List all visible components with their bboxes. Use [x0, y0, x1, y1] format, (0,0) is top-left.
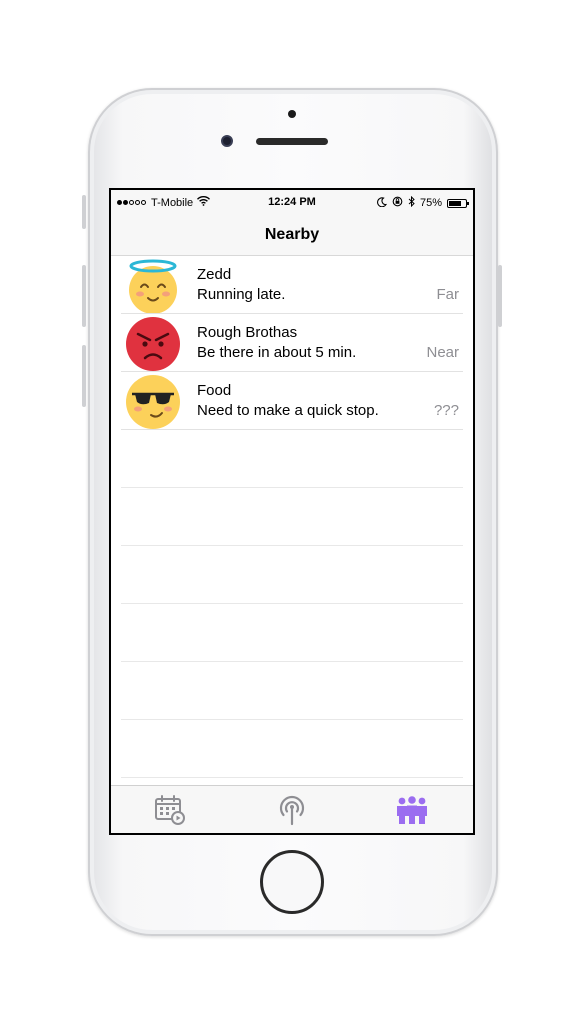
angel-emoji-icon: [129, 259, 177, 314]
empty-row: [111, 604, 473, 662]
empty-row: [111, 488, 473, 546]
contact-message: Running late.: [197, 286, 286, 303]
navigation-bar: Nearby: [111, 214, 473, 256]
contact-distance: Far: [436, 286, 460, 303]
list-item-food[interactable]: Food Need to make a quick stop. ???: [111, 372, 473, 430]
empty-row: [111, 546, 473, 604]
contact-name: Rough Brothas: [197, 324, 298, 341]
contact-message: Be there in about 5 min.: [197, 344, 357, 361]
page-title: Nearby: [264, 226, 320, 243]
row-divider: [121, 777, 463, 778]
power-button: [498, 265, 502, 327]
mute-switch: [82, 195, 86, 229]
home-button[interactable]: [260, 850, 324, 914]
status-right: 75%: [377, 195, 469, 210]
status-bar: T-Mobile 12:24 PM 75%: [111, 190, 473, 214]
screen: T-Mobile 12:24 PM 75% Nearby Zedd Runnin…: [109, 188, 475, 835]
proximity-sensor: [288, 110, 296, 118]
battery-icon: [447, 198, 469, 208]
list-item-zedd[interactable]: Zedd Running late. Far: [111, 256, 473, 314]
contact-name: Food: [197, 382, 232, 399]
contact-message: Need to make a quick stop.: [197, 402, 379, 419]
angry-emoji-icon: [126, 317, 180, 371]
front-camera: [221, 135, 233, 147]
tab-people[interactable]: [395, 793, 429, 827]
contact-distance: ???: [433, 402, 459, 419]
people-icon: [397, 796, 427, 824]
volume-down-button: [82, 345, 86, 407]
bluetooth-icon: [408, 195, 415, 210]
empty-row: [111, 430, 473, 488]
empty-row: [111, 720, 473, 778]
contact-distance: Near: [426, 344, 459, 361]
list-item-rough-brothas[interactable]: Rough Brothas Be there in about 5 min. N…: [111, 314, 473, 372]
contact-name: Zedd: [197, 266, 232, 283]
earpiece-speaker: [256, 138, 328, 145]
battery-percent: 75%: [419, 197, 442, 209]
calendar-icon: [155, 795, 185, 825]
tab-broadcast[interactable]: [275, 793, 309, 827]
moon-icon: [377, 196, 387, 210]
rotation-lock-icon: [392, 196, 403, 210]
tab-bar: [111, 785, 473, 833]
broadcast-icon: [279, 795, 305, 826]
tab-calendar[interactable]: [153, 793, 187, 827]
sunglasses-emoji-icon: [126, 375, 180, 429]
screen-content: T-Mobile 12:24 PM 75% Nearby Zedd Runnin…: [111, 190, 473, 833]
nearby-list: Zedd Running late. Far Rough Brothas Be …: [111, 256, 473, 778]
empty-row: [111, 662, 473, 720]
volume-up-button: [82, 265, 86, 327]
